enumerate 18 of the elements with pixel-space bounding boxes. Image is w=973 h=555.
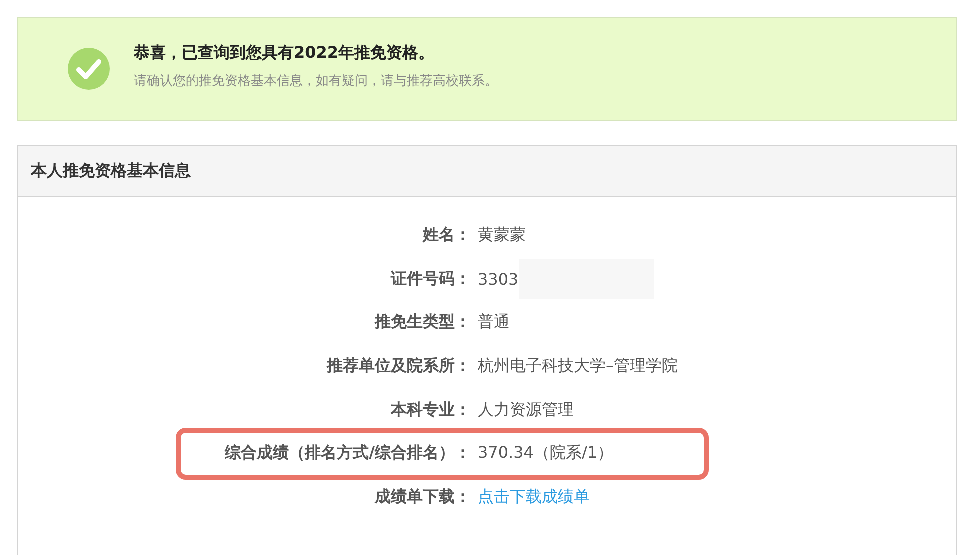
field-value: 3303 [477, 270, 519, 289]
field-label: 成绩单下载： [375, 486, 471, 508]
notice-message: 请确认您的推免资格基本信息，如有疑问，请与推荐高校联系。 [134, 72, 498, 90]
field-value: 人力资源管理 [477, 400, 574, 421]
field-label: 本科专业： [391, 400, 471, 421]
check-icon [68, 48, 110, 90]
field-label: 推荐单位及院系所： [327, 356, 471, 378]
notice-title: 恭喜，已查询到您具有2022年推免资格。 [134, 42, 436, 64]
field-value: 370.34（院系/1） [477, 443, 614, 464]
field-label: 证件号码： [391, 268, 471, 290]
field-label: 推免生类型： [375, 312, 471, 334]
field-value: 黄蒙蒙 [477, 225, 526, 246]
field-label: 综合成绩（排名方式/综合排名）： [225, 443, 471, 464]
field-value: 普通 [477, 312, 510, 334]
panel-title: 本人推免资格基本信息 [18, 146, 956, 197]
field-value: 杭州电子科技大学–管理学院 [477, 356, 678, 378]
download-link[interactable]: 点击下载成绩单 [478, 486, 590, 508]
field-label: 姓名： [423, 225, 471, 246]
